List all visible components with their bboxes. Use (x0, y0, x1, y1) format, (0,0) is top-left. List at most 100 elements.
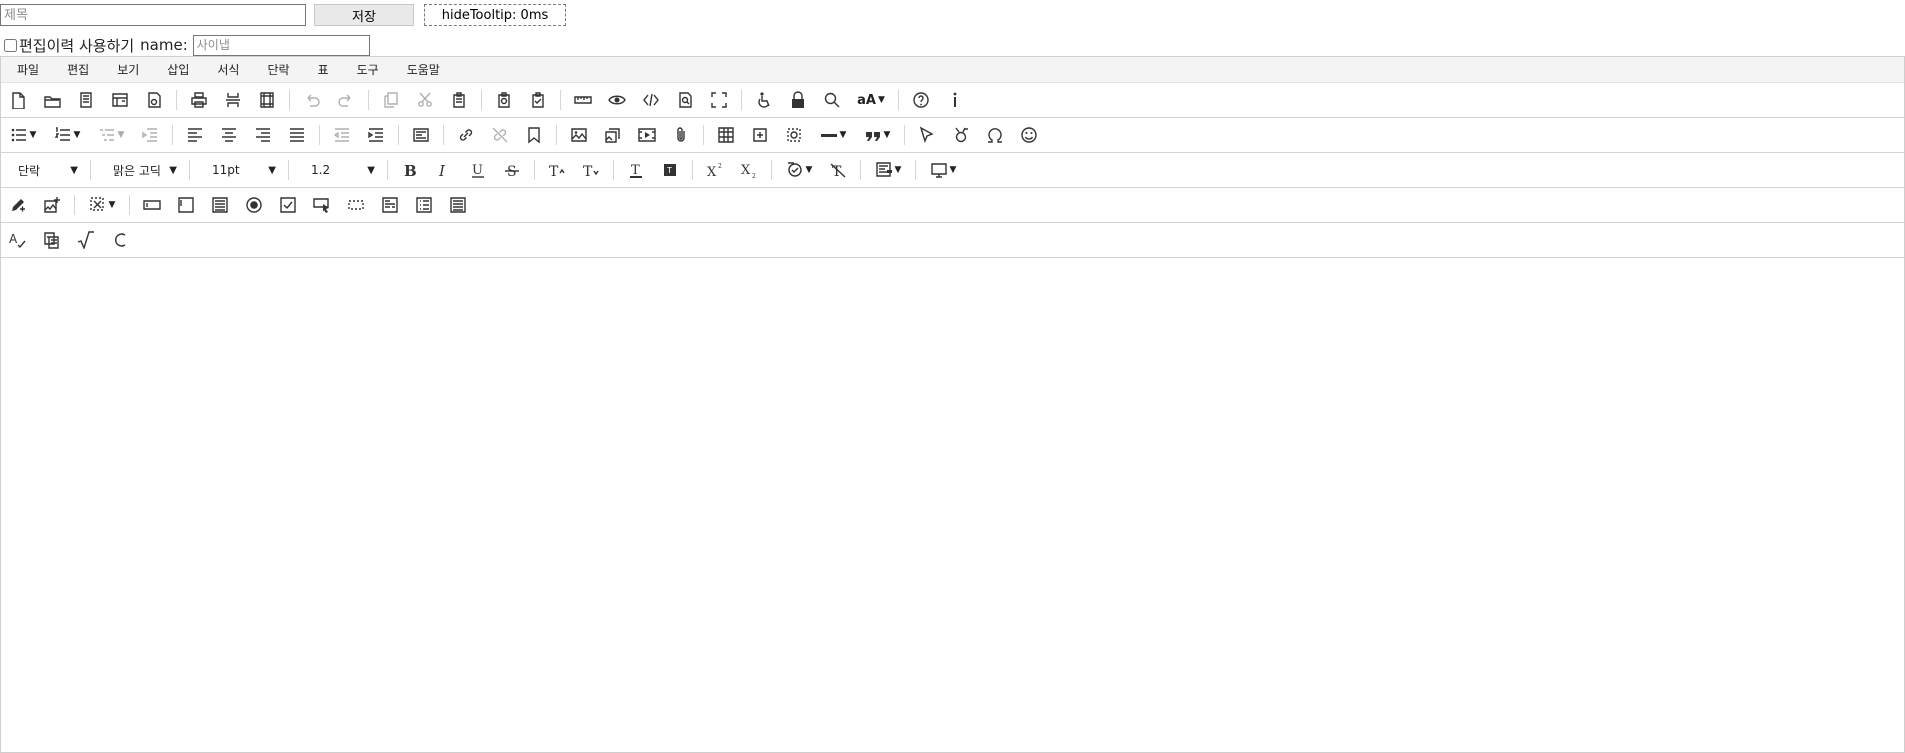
hide-tooltip-button[interactable]: hideTooltip: 0ms (424, 4, 566, 26)
superscript-button[interactable]: X2 (703, 158, 727, 182)
fullscreen-button[interactable] (707, 88, 731, 112)
format-painter-button[interactable]: ▼ (782, 158, 816, 182)
attachment-button[interactable] (669, 123, 693, 147)
clear-format-button[interactable]: T (826, 158, 850, 182)
font-size-select[interactable]: 11pt ▼ (200, 158, 280, 182)
preview-button[interactable] (605, 88, 629, 112)
editor-content-area[interactable] (1, 258, 1904, 728)
bookmark-button[interactable] (522, 123, 546, 147)
bulleted-list-button[interactable]: ▼ (6, 123, 40, 147)
bold-button[interactable]: B (398, 158, 422, 182)
input-field-button[interactable] (140, 193, 164, 217)
font-family-select[interactable]: 맑은 고딕 ▼ (101, 158, 181, 182)
form-field-button[interactable] (378, 193, 402, 217)
new-document-button[interactable] (6, 88, 30, 112)
page-break-button[interactable] (221, 88, 245, 112)
dotted-box-button[interactable] (344, 193, 368, 217)
align-center-button[interactable] (217, 123, 241, 147)
add-image-button[interactable] (40, 193, 64, 217)
button-button[interactable] (310, 193, 334, 217)
list-form-button[interactable] (412, 193, 436, 217)
menu-insert[interactable]: 삽입 (158, 57, 199, 83)
page-setup-button[interactable] (255, 88, 279, 112)
video-button[interactable] (635, 123, 659, 147)
decrease-indent-button[interactable] (330, 123, 354, 147)
print-button[interactable] (187, 88, 211, 112)
paragraph-format-button[interactable] (409, 123, 433, 147)
menu-edit[interactable]: 편집 (58, 57, 99, 83)
underline-button[interactable]: U (466, 158, 490, 182)
menu-tools[interactable]: 도구 (348, 57, 389, 83)
quote-button[interactable]: ▼ (860, 123, 894, 147)
align-right-button[interactable] (251, 123, 275, 147)
special-pointer-button[interactable] (949, 123, 973, 147)
paste-special-button[interactable] (492, 88, 516, 112)
ruler-button[interactable] (571, 88, 595, 112)
menu-view[interactable]: 보기 (108, 57, 149, 83)
radio-button[interactable] (242, 193, 266, 217)
multilevel-list-button[interactable]: ▼ (94, 123, 128, 147)
name-input[interactable] (192, 34, 370, 56)
formula-button[interactable] (74, 228, 98, 252)
paste-options-button[interactable] (526, 88, 550, 112)
cursor-button[interactable] (915, 123, 939, 147)
increase-indent-button[interactable] (364, 123, 388, 147)
checkbox-button[interactable] (276, 193, 300, 217)
image-button[interactable] (567, 123, 591, 147)
copy-button[interactable] (379, 88, 403, 112)
search-button[interactable] (820, 88, 844, 112)
cut-button[interactable] (413, 88, 437, 112)
help-button[interactable] (909, 88, 933, 112)
image-gallery-button[interactable] (601, 123, 625, 147)
textarea-button[interactable] (208, 193, 232, 217)
style-button[interactable]: ▼ (871, 158, 905, 182)
display-button[interactable]: ▼ (926, 158, 960, 182)
insert-frame-button[interactable] (782, 123, 806, 147)
accessibility-button[interactable] (752, 88, 776, 112)
font-size-button[interactable]: aA ▼ (854, 88, 888, 112)
save-button[interactable]: 저장 (314, 4, 414, 26)
form-options-button[interactable] (446, 193, 470, 217)
table-button[interactable] (714, 123, 738, 147)
horizontal-rule-button[interactable]: ▼ (816, 123, 850, 147)
highlight-button[interactable]: T (658, 158, 682, 182)
numbered-list-button[interactable]: ▼ (50, 123, 84, 147)
redo-button[interactable] (334, 88, 358, 112)
text-grow-button[interactable]: T (545, 158, 569, 182)
text-field-button[interactable] (174, 193, 198, 217)
insert-box-button[interactable] (748, 123, 772, 147)
menu-paragraph[interactable]: 단락 (258, 57, 299, 83)
translate-button[interactable] (40, 228, 64, 252)
menu-format[interactable]: 서식 (208, 57, 249, 83)
omega-button[interactable] (983, 123, 1007, 147)
edit-pen-button[interactable] (6, 193, 30, 217)
layout-button[interactable] (108, 88, 132, 112)
menu-help[interactable]: 도움말 (398, 57, 450, 83)
justify-button[interactable] (285, 123, 309, 147)
template-button[interactable] (74, 88, 98, 112)
italic-button[interactable]: I (432, 158, 456, 182)
shape-button[interactable] (108, 228, 132, 252)
strikethrough-button[interactable]: S (500, 158, 524, 182)
menu-file[interactable]: 파일 (8, 57, 49, 83)
align-left-button[interactable] (183, 123, 207, 147)
spellcheck-button[interactable]: A (6, 228, 30, 252)
emoji-button[interactable] (1017, 123, 1041, 147)
menu-table[interactable]: 표 (309, 57, 339, 83)
undo-button[interactable] (300, 88, 324, 112)
document-settings-button[interactable] (142, 88, 166, 112)
paragraph-style-select[interactable]: 단락 ▼ (6, 158, 82, 182)
line-height-select[interactable]: 1.2 ▼ (299, 158, 379, 182)
lock-button[interactable] (786, 88, 810, 112)
select-area-button[interactable]: ▼ (85, 193, 119, 217)
paste-button[interactable] (447, 88, 471, 112)
history-checkbox[interactable] (4, 38, 17, 52)
info-button[interactable] (943, 88, 967, 112)
find-document-button[interactable] (673, 88, 697, 112)
outdent-list-button[interactable] (138, 123, 162, 147)
text-color-button[interactable]: T (624, 158, 648, 182)
text-shrink-button[interactable]: T (579, 158, 603, 182)
unlink-button[interactable] (488, 123, 512, 147)
link-button[interactable] (454, 123, 478, 147)
subscript-button[interactable]: X2 (737, 158, 761, 182)
